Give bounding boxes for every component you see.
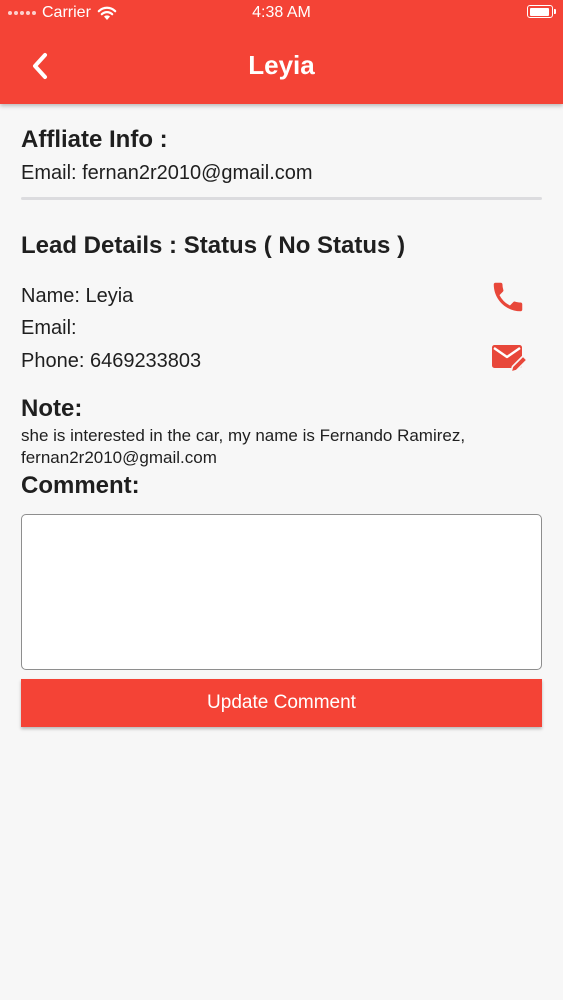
lead-name: Name: Leyia <box>21 285 134 307</box>
battery-icon <box>527 5 556 18</box>
page-title: Leyia <box>248 50 315 80</box>
app-header: Carrier 4:38 AM Leyia <box>0 0 563 104</box>
status-bar: Carrier 4:38 AM <box>0 0 563 28</box>
status-right <box>527 5 556 18</box>
phone-icon <box>493 282 523 312</box>
lead-phone: Phone: 6469233803 <box>21 350 202 372</box>
lead-details-heading: Lead Details : Status ( No Status ) <box>21 232 406 259</box>
note-text: she is interested in the car, my name is… <box>21 426 466 467</box>
lead-email: Email: <box>21 317 77 339</box>
affiliate-heading: Affliate Info : <box>21 126 168 153</box>
comment-textarea[interactable] <box>21 514 542 670</box>
navigation-bar: Leyia <box>0 28 563 104</box>
note-heading: Note: <box>21 395 83 422</box>
affiliate-email: Email: fernan2r2010@gmail.com <box>21 162 313 184</box>
update-comment-button[interactable]: Update Comment <box>21 679 542 727</box>
comment-heading: Comment: <box>21 472 140 499</box>
email-edit-icon <box>492 345 528 373</box>
call-button[interactable] <box>489 278 527 321</box>
email-button[interactable] <box>491 342 529 381</box>
status-time: 4:38 AM <box>252 4 311 21</box>
section-divider <box>21 197 542 200</box>
